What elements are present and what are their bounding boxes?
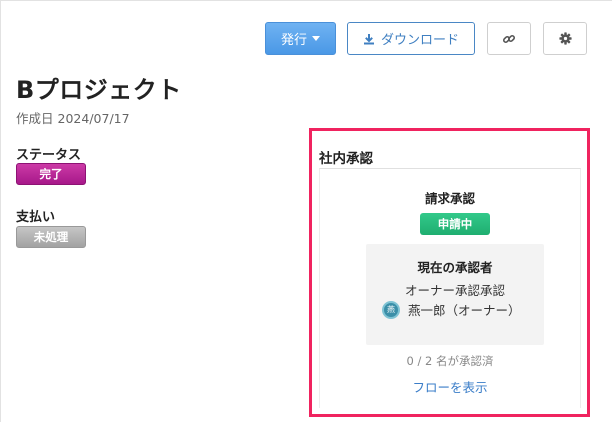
caret-down-icon bbox=[312, 36, 320, 41]
created-date: 作成日 2024/07/17 bbox=[16, 108, 130, 127]
issue-button-label: 発行 bbox=[280, 33, 307, 48]
link-button[interactable] bbox=[487, 22, 531, 55]
issue-button[interactable]: 発行 bbox=[265, 22, 336, 55]
avatar: 燕 bbox=[382, 300, 400, 319]
current-approver-box: 現在の承認者 オーナー承認承認 燕 燕一郎（オーナー） bbox=[366, 244, 544, 345]
request-approval-title: 請求承認 bbox=[424, 191, 475, 206]
current-approver-heading: 現在の承認者 bbox=[417, 260, 493, 275]
settings-button[interactable] bbox=[543, 22, 587, 55]
payment-label: 支払い bbox=[16, 210, 56, 225]
approval-panel-title: 社内承認 bbox=[319, 151, 373, 167]
request-status-badge: 申請中 bbox=[420, 213, 490, 235]
download-button[interactable]: ダウンロード bbox=[347, 22, 475, 55]
approver-role: オーナー承認承認 bbox=[404, 283, 505, 298]
download-button-label: ダウンロード bbox=[380, 33, 459, 48]
created-label: 作成日 bbox=[16, 111, 54, 126]
status-label: ステータス bbox=[16, 148, 82, 163]
approval-count: 0 / 2 名が承認済 bbox=[406, 354, 494, 368]
status-badge[interactable]: 完了 bbox=[16, 163, 86, 185]
link-icon bbox=[502, 34, 516, 43]
created-date-value: 2024/07/17 bbox=[57, 111, 130, 126]
download-icon bbox=[363, 33, 374, 44]
page-title: Bプロジェクト bbox=[16, 76, 182, 104]
approval-card: 請求承認 申請中 現在の承認者 オーナー承認承認 燕 燕一郎（オーナー） 0 /… bbox=[319, 168, 581, 408]
gear-icon bbox=[558, 32, 572, 45]
internal-approval-panel: 社内承認 請求承認 申請中 現在の承認者 オーナー承認承認 燕 燕一郎（オーナー… bbox=[309, 128, 590, 417]
approver-row: 燕 燕一郎（オーナー） bbox=[382, 300, 521, 319]
approver-name: 燕一郎（オーナー） bbox=[408, 303, 521, 318]
show-flow-link[interactable]: フローを表示 bbox=[320, 377, 580, 396]
payment-status-badge[interactable]: 未処理 bbox=[16, 226, 86, 248]
